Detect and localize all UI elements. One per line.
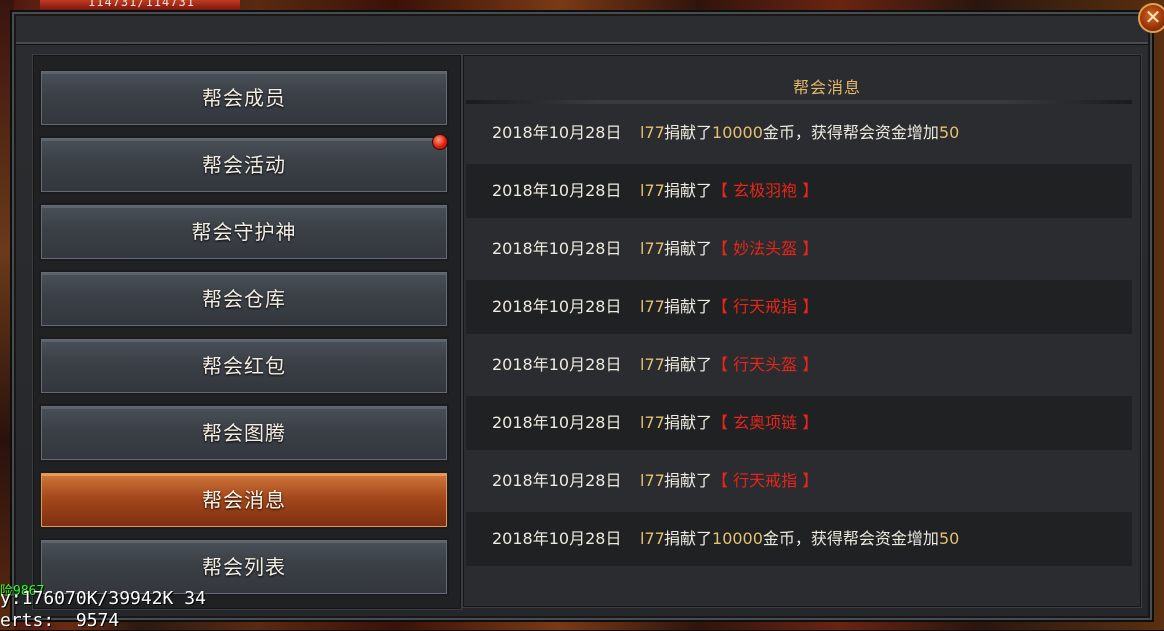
window-header-divider bbox=[16, 42, 1148, 45]
debug-memory-text: y:176070K/39942K 34 bbox=[0, 588, 206, 609]
nav-guild-members-button[interactable]: 帮会成员 bbox=[39, 69, 449, 127]
message-verb: 捐献了 bbox=[664, 297, 713, 316]
notification-badge bbox=[432, 134, 448, 150]
nav-guild-activities-button[interactable]: 帮会活动 bbox=[39, 136, 449, 194]
message-player: l77 bbox=[640, 239, 665, 258]
nav-guild-messages-button[interactable]: 帮会消息 bbox=[39, 471, 449, 529]
message-row: 2018年10月28日 l77 捐献了【 行天戒指 】 bbox=[466, 454, 1132, 508]
message-date: 2018年10月28日 bbox=[492, 529, 622, 548]
message-date: 2018年10月28日 bbox=[492, 123, 622, 142]
message-row: 2018年10月28日 l77 捐献了【 行天戒指 】 bbox=[466, 280, 1132, 334]
message-item-link[interactable]: 【 行天头盔 】 bbox=[712, 355, 818, 374]
nav-guild-guardian-button[interactable]: 帮会守护神 bbox=[39, 203, 449, 261]
message-player: l77 bbox=[640, 529, 665, 548]
message-amount: 10000 bbox=[712, 123, 763, 142]
message-date: 2018年10月28日 bbox=[492, 355, 622, 374]
hp-text: 114731/114731 bbox=[88, 0, 195, 9]
message-detail: 金币，获得帮会资金增加 bbox=[762, 529, 939, 548]
message-verb: 捐献了 bbox=[664, 471, 713, 490]
nav-guild-warehouse-button[interactable]: 帮会仓库 bbox=[39, 270, 449, 328]
message-player: l77 bbox=[640, 413, 665, 432]
message-row: 2018年10月28日 l77 捐献了【 玄奥项链 】 bbox=[466, 396, 1132, 450]
message-fund: 50 bbox=[938, 123, 960, 142]
panel-title: 帮会消息 bbox=[792, 78, 861, 97]
message-verb: 捐献了 bbox=[664, 123, 713, 142]
message-item-link[interactable]: 【 玄奥项链 】 bbox=[712, 413, 818, 432]
message-amount: 10000 bbox=[712, 529, 763, 548]
message-fund: 50 bbox=[938, 529, 960, 548]
nav-guild-totem-button[interactable]: 帮会图腾 bbox=[39, 404, 449, 462]
message-player: l77 bbox=[640, 297, 665, 316]
title-divider bbox=[466, 100, 1132, 104]
message-item-link[interactable]: 【 玄极羽袍 】 bbox=[712, 181, 818, 200]
message-row: 2018年10月28日 l77 捐献了【 行天头盔 】 bbox=[466, 338, 1132, 392]
message-item-link[interactable]: 【 行天戒指 】 bbox=[712, 297, 818, 316]
message-date: 2018年10月28日 bbox=[492, 297, 622, 316]
message-row: 2018年10月28日 l77 捐献了10000金币，获得帮会资金增加50 bbox=[466, 512, 1132, 566]
message-verb: 捐献了 bbox=[664, 413, 713, 432]
message-date: 2018年10月28日 bbox=[492, 181, 622, 200]
nav-guild-red-packet-button[interactable]: 帮会红包 bbox=[39, 337, 449, 395]
message-verb: 捐献了 bbox=[664, 181, 713, 200]
message-row: 2018年10月28日 l77 捐献了10000金币，获得帮会资金增加50 bbox=[466, 106, 1132, 160]
message-row: 2018年10月28日 l77 捐献了【 玄极羽袍 】 bbox=[466, 164, 1132, 218]
message-item-link[interactable]: 【 行天戒指 】 bbox=[712, 471, 818, 490]
message-verb: 捐献了 bbox=[664, 355, 713, 374]
message-verb: 捐献了 bbox=[664, 529, 713, 548]
message-row: 2018年10月28日 l77 捐献了【 妙法头盔 】 bbox=[466, 222, 1132, 276]
message-player: l77 bbox=[640, 181, 665, 200]
message-player: l77 bbox=[640, 471, 665, 490]
message-date: 2018年10月28日 bbox=[492, 471, 622, 490]
message-date: 2018年10月28日 bbox=[492, 239, 622, 258]
message-date: 2018年10月28日 bbox=[492, 413, 622, 432]
message-verb: 捐献了 bbox=[664, 239, 713, 258]
message-player: l77 bbox=[640, 123, 665, 142]
message-player: l77 bbox=[640, 355, 665, 374]
debug-verts-text: erts: 9574 bbox=[0, 610, 120, 631]
message-detail: 金币，获得帮会资金增加 bbox=[762, 123, 939, 142]
close-icon[interactable]: ✕ bbox=[1138, 3, 1164, 33]
message-item-link[interactable]: 【 妙法头盔 】 bbox=[712, 239, 818, 258]
